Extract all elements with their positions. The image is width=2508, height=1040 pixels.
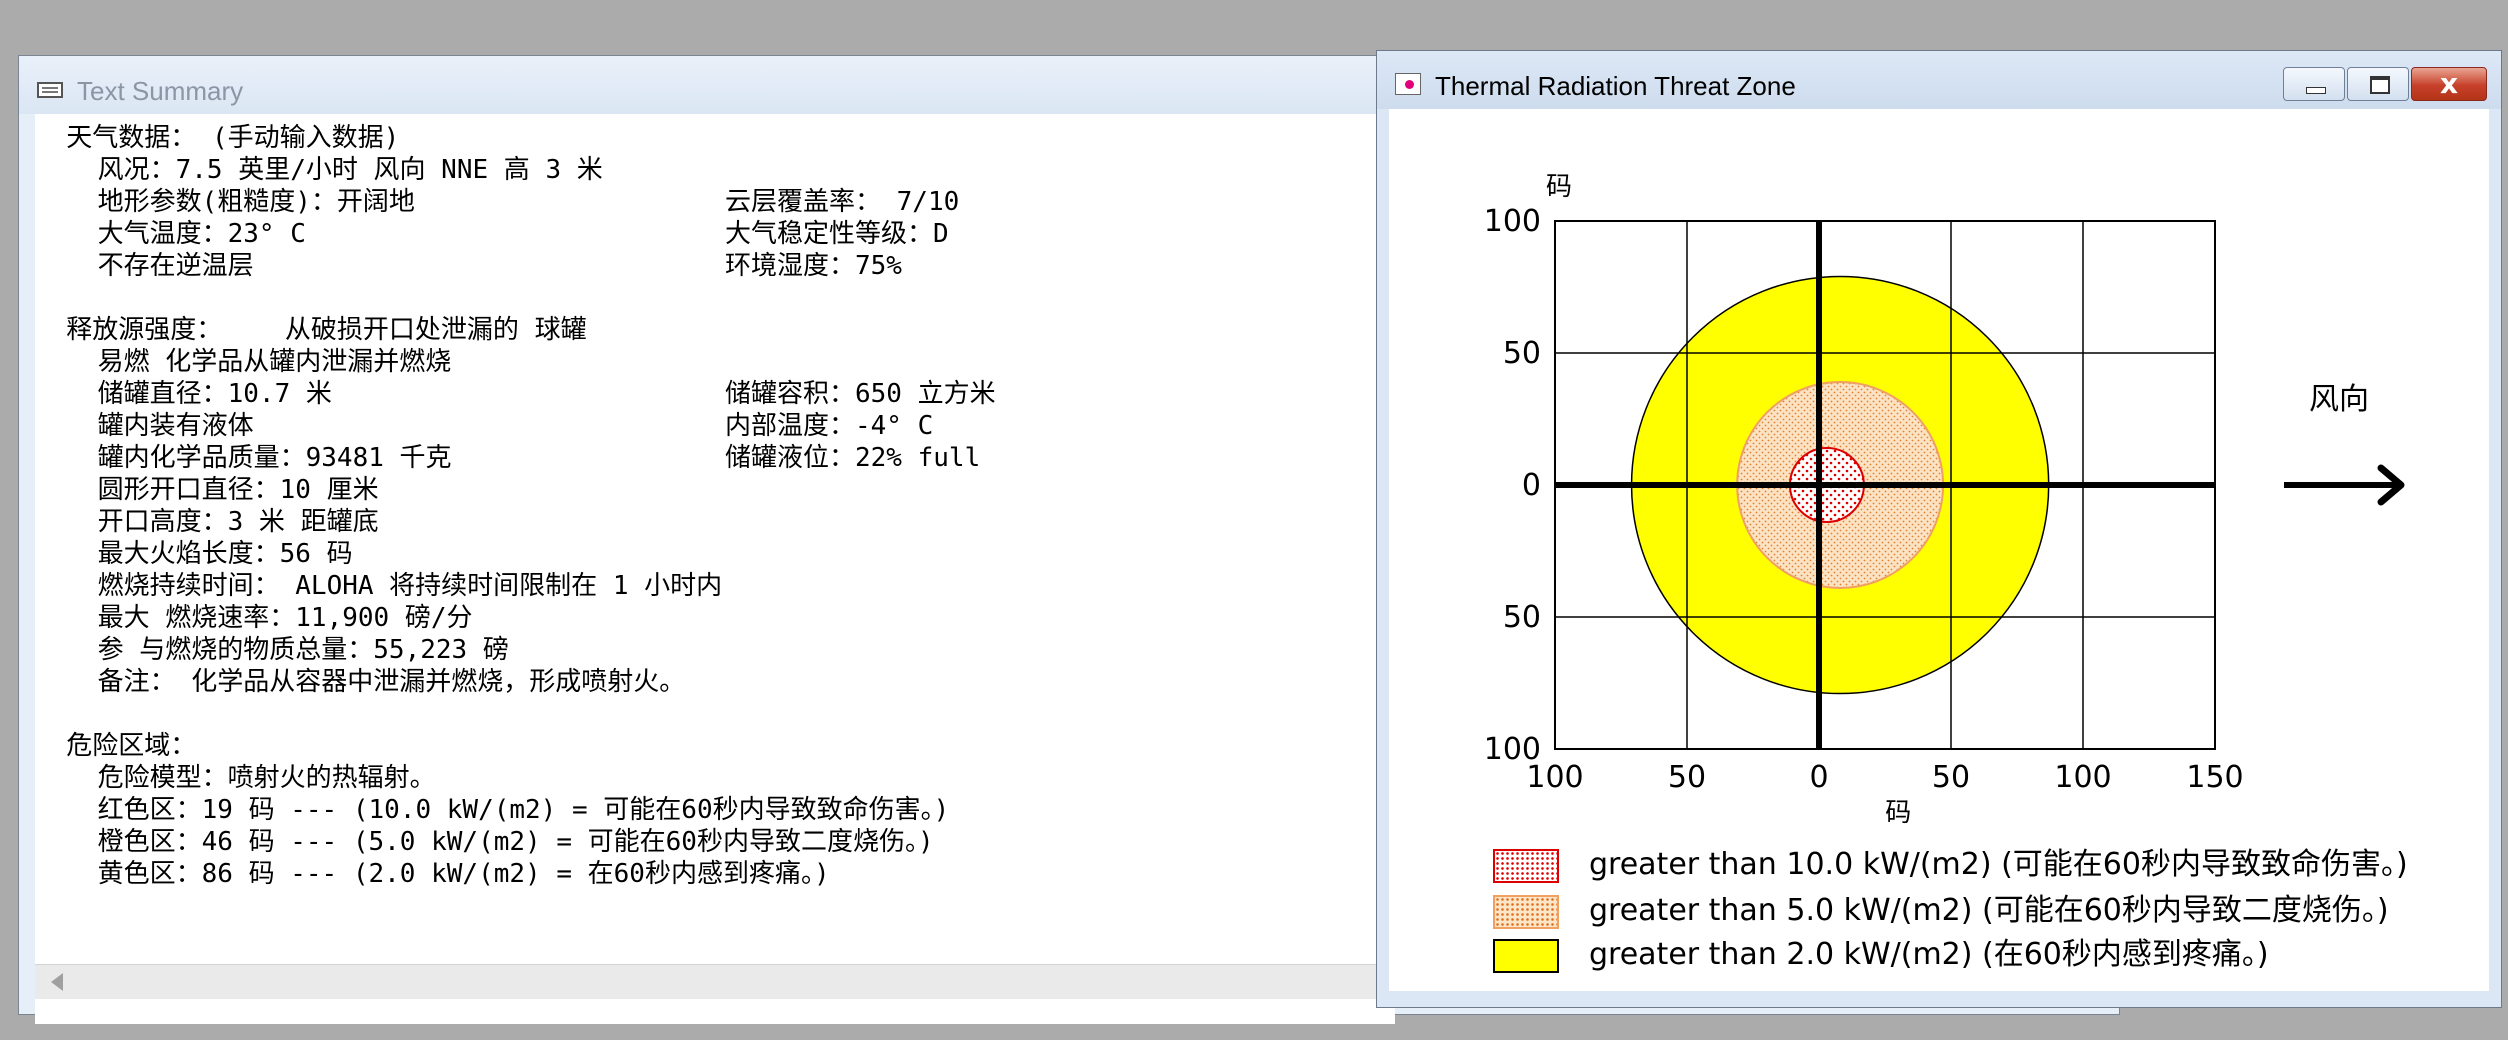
report-line-value: 储罐容积：650 立方米 — [725, 379, 996, 409]
threat-zone-window: Thermal Radiation Threat Zone x 100 50 0… — [1376, 50, 2502, 1008]
legend-swatch — [1493, 895, 1559, 929]
threat-zone-content: 100 50 0 50 100 100 50 0 50 100 150 码码 风向 greater t… — [1389, 109, 2489, 991]
report-line: 备注： 化学品从容器中泄漏并燃烧，形成喷射火。 — [35, 667, 686, 697]
threat-zone-chart: 10050050100100 50 0 50 100 150码码 风向 — [1484, 172, 2405, 828]
threat-zone-titlebar[interactable]: Thermal Radiation Threat Zone x — [1377, 51, 2501, 109]
report-line: 开口高度：3 米 距罐底 — [35, 507, 379, 537]
text-summary-content: 天气数据： (手动输入数据) 风况：7.5 英里/小时 风向 NNE 高 3 米… — [35, 114, 1395, 1024]
scroll-left-arrow-icon[interactable] — [51, 973, 63, 991]
report-line: 危险区域： — [35, 731, 197, 761]
report-line: 储罐直径：10.7 米 — [35, 379, 332, 409]
report-line: 易燃 化学品从罐内泄漏并燃烧 — [35, 347, 452, 377]
minimize-button[interactable] — [2283, 67, 2345, 101]
y-axis-label: 码 — [1546, 172, 1572, 202]
report-line-value: 环境湿度：75% — [725, 251, 902, 281]
x-tick-label: 100 — [2054, 760, 2111, 795]
close-button[interactable]: x — [2411, 67, 2487, 101]
threat-zone-title: Thermal Radiation Threat Zone — [1435, 71, 1796, 101]
report-line: 红色区：19 码 --- (10.0 kW/(m2) = 可能在60秒内导致致命… — [35, 795, 950, 825]
text-summary-title: Text Summary — [77, 76, 244, 106]
x-tick-label: 50 — [1668, 760, 1706, 795]
x-tick-label: 0 — [1809, 760, 1828, 795]
y-tick-label: 50 — [1503, 600, 1541, 635]
report-line-value: 内部温度：-4° C — [725, 411, 934, 441]
legend-label: greater than 5.0 kW/(m2) (可能在60秒内导致二度烧伤。… — [1589, 893, 2389, 928]
report-line: 罐内装有液体 — [35, 411, 254, 441]
report-line: 最大火焰长度：56 码 — [35, 539, 353, 569]
report-line: 罐内化学品质量：93481 千克 — [35, 443, 452, 473]
report-line: 释放源强度： 从破损开口处泄漏的 球罐 — [35, 315, 587, 345]
x-axis-label: 码 — [1885, 798, 1911, 828]
x-tick-label: 50 — [1932, 760, 1970, 795]
y-tick-label: 100 — [1484, 204, 1541, 239]
wind-direction-label: 风向 — [2309, 382, 2369, 417]
report-line-value: 大气稳定性等级：D — [725, 219, 949, 249]
report-line: 黄色区：86 码 --- (2.0 kW/(m2) = 在60秒内感到疼痛。) — [35, 859, 830, 889]
x-tick-label: 100 — [1526, 760, 1583, 795]
report-line-value: 储罐液位：22% full — [725, 443, 981, 473]
y-tick-label: 0 — [1522, 468, 1541, 503]
text-window-icon — [37, 82, 63, 98]
report-line: 风况：7.5 英里/小时 风向 NNE 高 3 米 — [35, 155, 603, 185]
report-line: 地形参数(粗糙度)：开阔地 — [35, 187, 415, 217]
report-line: 危险模型：喷射火的热辐射。 — [35, 763, 436, 793]
legend-label: greater than 2.0 kW/(m2) (在60秒内感到疼痛。) — [1589, 937, 2269, 972]
legend-label: greater than 10.0 kW/(m2) (可能在60秒内导致致命伤害… — [1589, 847, 2408, 882]
report-line: 不存在逆温层 — [35, 251, 254, 281]
close-icon: x — [2439, 67, 2459, 100]
x-tick-label: 150 — [2186, 760, 2243, 795]
report-line: 参 与燃烧的物质总量：55,223 磅 — [35, 635, 509, 665]
legend-swatch — [1493, 849, 1559, 883]
report-line: 大气温度：23° C — [35, 219, 306, 249]
legend-swatch — [1493, 939, 1559, 973]
report-line: 最大 燃烧速率：11,900 磅/分 — [35, 603, 473, 633]
y-tick-label: 50 — [1503, 336, 1541, 371]
report-line: 橙色区：46 码 --- (5.0 kW/(m2) = 可能在60秒内导致二度烧… — [35, 827, 934, 857]
report-line-value: 云层覆盖率： 7/10 — [725, 187, 960, 217]
maximize-button[interactable] — [2347, 67, 2409, 101]
report-line: 圆形开口直径：10 厘米 — [35, 475, 379, 505]
report-line: 天气数据： (手动输入数据) — [35, 123, 400, 153]
horizontal-scrollbar[interactable] — [35, 964, 1395, 999]
report-line: 燃烧持续时间： ALOHA 将持续时间限制在 1 小时内 — [35, 571, 723, 601]
threat-window-icon — [1395, 73, 1421, 95]
